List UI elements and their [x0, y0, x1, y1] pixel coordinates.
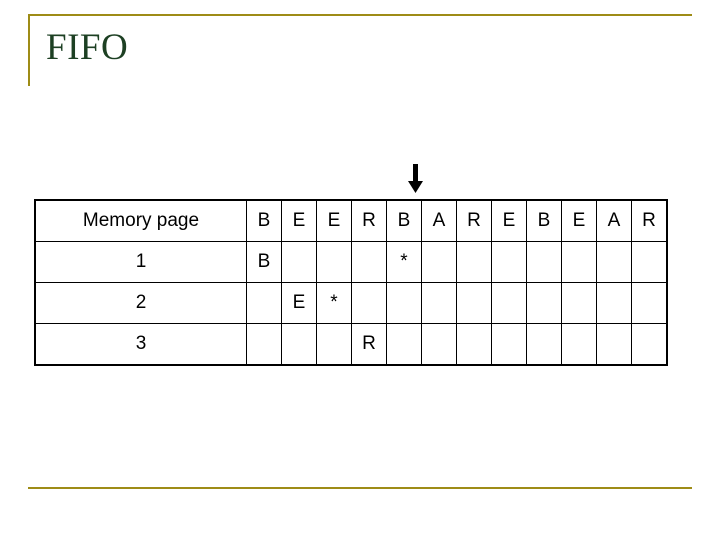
- frame-cell: [246, 282, 282, 324]
- reference-cell: R: [631, 199, 668, 242]
- fifo-table-body: Memory page B E E R B A R E B E A R 1 B: [34, 199, 668, 366]
- frame-cell: B: [246, 241, 282, 283]
- reference-cell: E: [561, 199, 597, 242]
- fifo-table-container: Memory page B E E R B A R E B E A R 1 B: [34, 199, 668, 366]
- reference-cell: E: [281, 199, 317, 242]
- frame-cell: [281, 323, 317, 366]
- reference-cell: R: [456, 199, 492, 242]
- frame-cell: [561, 282, 597, 324]
- reference-cell: E: [491, 199, 527, 242]
- table-row: 1 B *: [34, 241, 668, 283]
- reference-cell: B: [526, 199, 562, 242]
- frame-cell: [526, 323, 562, 366]
- down-arrow-icon: [404, 164, 428, 194]
- frame-label: 3: [34, 323, 247, 366]
- frame-cell: [421, 323, 457, 366]
- frame-cell: [316, 241, 352, 283]
- frame-cell: R: [351, 323, 387, 366]
- table-header-row: Memory page B E E R B A R E B E A R: [34, 199, 668, 242]
- frame-cell: [281, 241, 317, 283]
- frame-cell: [631, 323, 668, 366]
- frame-label: 2: [34, 282, 247, 324]
- frame-cell: [386, 323, 422, 366]
- frame-cell: [386, 282, 422, 324]
- frame-cell: [491, 282, 527, 324]
- frame-label: 1: [34, 241, 247, 283]
- fifo-table: Memory page B E E R B A R E B E A R 1 B: [34, 199, 668, 366]
- top-divider-rule: [28, 14, 692, 16]
- frame-cell: [561, 241, 597, 283]
- frame-cell: [351, 241, 387, 283]
- frame-cell: [456, 323, 492, 366]
- memory-page-header: Memory page: [34, 199, 247, 242]
- frame-cell: [421, 282, 457, 324]
- frame-cell: [421, 241, 457, 283]
- frame-cell: [526, 241, 562, 283]
- reference-cell: E: [316, 199, 352, 242]
- reference-cell: R: [351, 199, 387, 242]
- frame-cell: [631, 282, 668, 324]
- frame-cell: [456, 241, 492, 283]
- reference-cell: A: [596, 199, 632, 242]
- frame-cell: [491, 241, 527, 283]
- reference-cell: B: [386, 199, 422, 242]
- frame-cell: [456, 282, 492, 324]
- frame-cell: [246, 323, 282, 366]
- left-divider-rule: [28, 14, 30, 86]
- page-title: FIFO: [46, 27, 129, 68]
- bottom-divider-rule: [28, 487, 692, 489]
- reference-cell: A: [421, 199, 457, 242]
- frame-cell: *: [316, 282, 352, 324]
- frame-cell: [351, 282, 387, 324]
- frame-cell: [316, 323, 352, 366]
- frame-cell: [491, 323, 527, 366]
- reference-cell: B: [246, 199, 282, 242]
- frame-cell: [526, 282, 562, 324]
- frame-cell: [596, 241, 632, 283]
- frame-cell: [631, 241, 668, 283]
- frame-cell: [561, 323, 597, 366]
- frame-cell: [596, 323, 632, 366]
- frame-cell: [596, 282, 632, 324]
- table-row: 2 E *: [34, 282, 668, 324]
- table-row: 3 R: [34, 323, 668, 366]
- frame-cell: *: [386, 241, 422, 283]
- frame-cell: E: [281, 282, 317, 324]
